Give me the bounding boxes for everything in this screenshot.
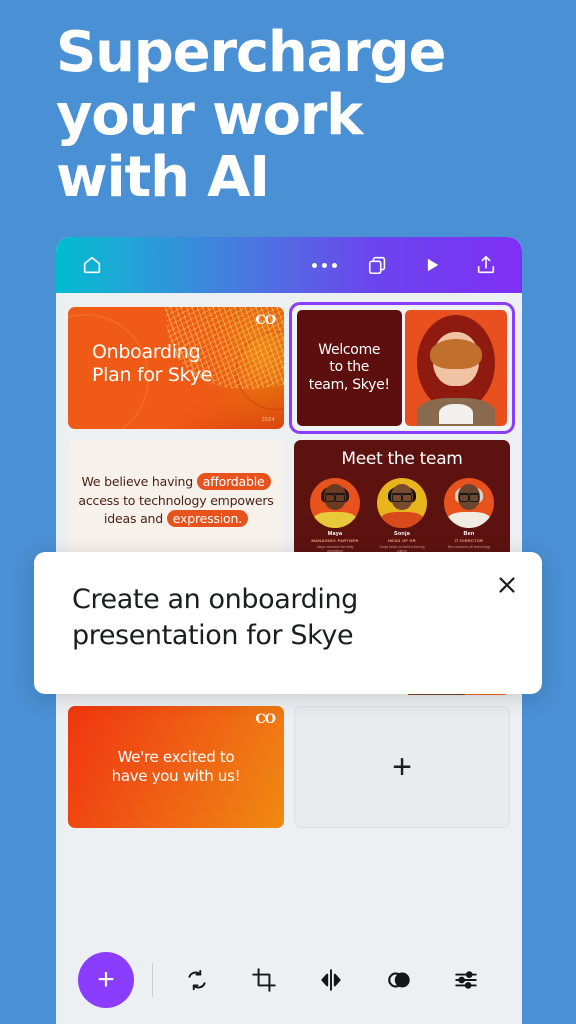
welcome-text-panel: Welcome to the team, Skye! — [297, 310, 402, 426]
brand-logo: CO — [255, 313, 276, 328]
member-desc: Ben oversees all technology — [447, 545, 491, 549]
member-role: IT DIRECTOR — [454, 538, 484, 543]
prompt-text: Create an onboarding presentation for Sk… — [72, 584, 358, 651]
blend-opacity-icon[interactable] — [378, 959, 420, 1001]
avatar — [377, 478, 427, 528]
slide-year: 2024 — [261, 417, 275, 423]
avatar — [310, 478, 360, 528]
add-slide-button[interactable]: + — [294, 706, 510, 828]
adjust-sliders-icon[interactable] — [445, 959, 487, 1001]
quote-highlight-1: affordable — [196, 472, 271, 490]
top-toolbar — [56, 237, 522, 293]
avatar — [444, 478, 494, 528]
crop-icon[interactable] — [243, 959, 285, 1001]
team-member: Maya MANAGING PARTNER Maya oversees the … — [310, 478, 360, 554]
quote-text: We believe having affordable access to t… — [68, 472, 284, 529]
team-heading: Meet the team — [341, 449, 463, 469]
team-members: Maya MANAGING PARTNER Maya oversees the … — [294, 478, 510, 554]
play-present-icon[interactable] — [414, 247, 450, 283]
edit-tools — [163, 959, 500, 1001]
hero-line-1: Supercharge — [56, 20, 446, 85]
brand-logo: CO — [255, 712, 276, 727]
excited-text: We're excited to have you with us! — [111, 748, 241, 785]
member-name: Sonja — [394, 531, 410, 537]
hero-headline: Supercharge your work with AI — [56, 20, 526, 211]
slide-thumbnail-title[interactable]: Onboarding Plan for Skye CO 2024 — [68, 307, 284, 429]
welcome-photo-panel — [404, 310, 507, 426]
slide-title-text: Onboarding Plan for Skye — [92, 341, 213, 387]
home-icon[interactable] — [74, 247, 110, 283]
team-member: Sonja HEAD OF HR Sonja helps us build a … — [377, 478, 427, 554]
prompt-modal: Create an onboarding presentation for Sk… — [34, 552, 542, 694]
slide-thumbnail-team[interactable]: Meet the team Maya MANAGING PARTNER Maya… — [294, 440, 510, 562]
hero-line-3: with AI — [56, 145, 270, 211]
rotate-icon[interactable] — [176, 959, 218, 1001]
plus-icon: + — [392, 748, 412, 786]
welcome-text: Welcome to the team, Skye! — [308, 341, 390, 393]
quote-part-1: We believe having — [81, 473, 197, 489]
portrait-hair — [429, 339, 482, 369]
member-name: Maya — [327, 531, 343, 537]
bottom-toolbar: + — [56, 936, 522, 1024]
duplicate-pages-icon[interactable] — [360, 247, 396, 283]
quote-highlight-2: expression. — [166, 510, 248, 528]
close-icon[interactable] — [492, 570, 522, 600]
member-role: MANAGING PARTNER — [311, 538, 359, 543]
flip-icon[interactable] — [310, 959, 352, 1001]
slide-thumbnail-quote[interactable]: We believe having affordable access to t… — [68, 440, 284, 562]
add-element-button[interactable]: + — [78, 952, 134, 1008]
hero-line-2: your work — [56, 82, 363, 148]
share-upload-icon[interactable] — [468, 247, 504, 283]
plus-icon: + — [97, 963, 115, 996]
slide-thumbnail-welcome[interactable]: Welcome to the team, Skye! — [289, 302, 515, 434]
member-role: HEAD OF HR — [388, 538, 416, 543]
member-name: Ben — [463, 531, 475, 537]
more-options-icon[interactable] — [306, 247, 342, 283]
slide-thumbnail-excited[interactable]: We're excited to have you with us! CO — [68, 706, 284, 828]
toolbar-divider — [152, 963, 153, 997]
portrait-collar — [438, 404, 473, 424]
team-member: Ben IT DIRECTOR Ben oversees all technol… — [444, 478, 494, 554]
